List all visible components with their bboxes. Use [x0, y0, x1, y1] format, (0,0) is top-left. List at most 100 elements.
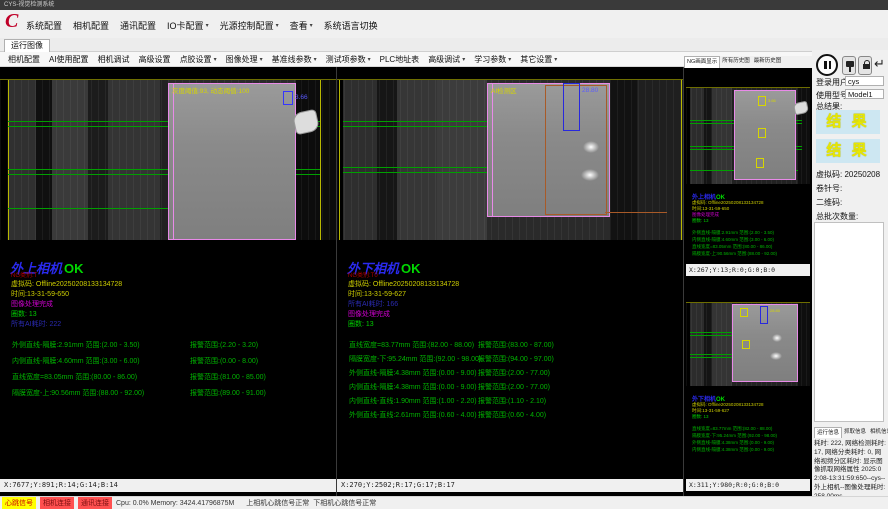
menu-camera-config[interactable]: 相机配置: [73, 19, 109, 32]
mini-measurement: 内侧直线-隔膜:4.38mm 范围:(0.00 - 9.00): [692, 447, 774, 453]
tab-all-history[interactable]: 所有历史图: [720, 56, 752, 68]
batch-count-label: 总批次数量:: [816, 211, 858, 222]
mini-scene: 28.80: [686, 296, 810, 386]
camera-icon: [846, 61, 854, 67]
orange-roi-line: [605, 212, 667, 213]
mini-measurement: 直线宽度=83.77mm 范围:(82.00 - 88.00): [692, 426, 772, 432]
blue-measure-box: [283, 91, 293, 105]
menu-view[interactable]: 查看▾: [290, 19, 313, 32]
tab-ng-display[interactable]: NG画面显示: [684, 56, 720, 68]
history-thumbnail-upper[interactable]: 3.66 外上相机OK 虚拟码: Offline2025020813313472…: [686, 68, 810, 264]
blue-measure-box: [760, 306, 768, 324]
menu-light-config[interactable]: 光源控制配置▾: [220, 19, 279, 32]
mini-scene: 3.66: [686, 80, 810, 184]
light-flare: [581, 169, 599, 181]
loop-count-text: 圈数: 13: [11, 309, 37, 319]
threshold-label: 灰度阈值:93, 动态阈值:100: [172, 85, 249, 95]
chevron-down-icon: ▾: [554, 56, 557, 63]
return-arrow-icon[interactable]: ↵: [874, 56, 885, 72]
pause-button[interactable]: [816, 54, 838, 76]
yellow-guide-line: [320, 80, 321, 240]
toolbar-advanced-settings[interactable]: 高级设置: [139, 54, 171, 65]
white-connector-part: [292, 109, 320, 136]
history-column: NG画面显示 所有历史图 最新历史图 3.66 外上相机OK 虚拟码: Off: [684, 56, 812, 496]
app-logo-icon: C: [5, 10, 18, 33]
toolbar-plc-table[interactable]: PLC地址表: [380, 54, 420, 65]
window-title: CYS-视觉检测系统: [4, 2, 54, 8]
lower-camera-heartbeat-text: 下相机心跳信号正常: [313, 498, 376, 508]
barcode-text: 虚拟码: Offline20250208133134728: [348, 279, 459, 289]
camera-capture-button[interactable]: [842, 56, 856, 75]
scene-top-band: [686, 296, 810, 303]
blue-measure-value: 3.66: [295, 94, 308, 101]
heartbeat-status-badge: 心跳信号: [2, 497, 36, 509]
camera-image-upper[interactable]: 灰度阈值:93, 动态阈值:100 3.66: [0, 67, 337, 240]
tab-latest-history[interactable]: 最新历史图: [752, 56, 784, 68]
upper-camera-heartbeat-text: 上相机心跳信号正常: [246, 498, 309, 508]
window-titlebar[interactable]: CYS-视觉检测系统: [0, 0, 888, 10]
yellow-marker-label: 3.66: [768, 98, 776, 103]
pause-icon: [824, 61, 827, 69]
tab-run-image[interactable]: 运行图像: [4, 39, 50, 52]
yellow-marker-box: [740, 308, 748, 317]
toolbar-baseline-params[interactable]: 基准线参数▾: [272, 54, 317, 65]
mini-measurement: 外侧直线-隔膜:2.91mm 范围:(2.00 - 3.50): [692, 230, 774, 236]
mini-measurement: 直线宽度=83.05mm 范围:(80.00 - 86.00): [692, 244, 772, 250]
toolbar-other-settings[interactable]: 其它设置▾: [520, 54, 557, 65]
app-status-bar: 心跳信号 相机连接 通讯连接 Cpu: 0.0% Memory: 3424.41…: [0, 496, 888, 509]
tab-bar: 运行图像: [0, 38, 888, 52]
toolbar-advanced-debug[interactable]: 高级调试▾: [428, 54, 465, 65]
camera-image-lower[interactable]: AI检测区 28.80: [337, 67, 684, 240]
history-thumbnail-lower[interactable]: 28.80 外下相机OK 虚拟码: Offline202502081331347…: [686, 278, 810, 479]
chevron-down-icon: ▾: [276, 22, 279, 29]
toolbar-test-params[interactable]: 测试项参数▾: [326, 54, 371, 65]
chevron-down-icon: ▾: [314, 56, 317, 63]
yellow-guide-line: [339, 80, 340, 240]
tab-camera-info[interactable]: 相机信息: [868, 427, 888, 438]
tab-grab-info[interactable]: 抓取信息: [842, 427, 868, 438]
toolbar-ai-config[interactable]: AI使用配置: [49, 54, 89, 65]
menu-io-config[interactable]: IO卡配置▾: [167, 19, 209, 32]
menu-system-config[interactable]: 系统配置: [26, 19, 62, 32]
barcode-text: 虚拟码: Offline20250208133134728: [11, 279, 122, 289]
light-flare: [770, 352, 782, 360]
toolbar-dispensing[interactable]: 点胶设置▾: [180, 54, 217, 65]
mini-measurement: 外侧直线-隔膜:4.38mm 范围:(0.00 - 9.00): [692, 440, 774, 446]
chevron-down-icon: ▾: [368, 56, 371, 63]
tab-run-info[interactable]: 运行信息: [814, 427, 842, 438]
scene-top-band: [0, 67, 337, 80]
toolbar-learning-params[interactable]: 学习参数▾: [474, 54, 511, 65]
needle-number-label: 卷针号:: [816, 183, 842, 194]
chevron-down-icon: ▾: [508, 56, 511, 63]
chevron-down-icon: ▾: [206, 22, 209, 29]
light-flare: [772, 334, 782, 342]
result-display-2: 结 果: [816, 139, 880, 163]
result-list-box[interactable]: [814, 222, 884, 422]
run-info-text: 耗时: 222, 网络检测耗时: 17, 网络分类耗时: 0, 网络视频分区耗时…: [814, 440, 886, 501]
result-ok: OK: [64, 261, 84, 276]
scene-top-band: [337, 67, 684, 80]
pink-edge-line: [173, 84, 174, 239]
result-ok: OK: [401, 261, 421, 276]
menu-comm-config[interactable]: 通讯配置: [120, 19, 156, 32]
pixel-coordinate-status: X:270;Y:2502;R:17;G:17;B:17: [337, 479, 683, 492]
camera-panel-upper[interactable]: 灰度阈值:93, 动态阈值:100 3.66 外上相机OK NG类别:T 虚拟码…: [0, 67, 337, 496]
yellow-marker-box: [758, 128, 766, 138]
menu-language-switch[interactable]: 系统语言切换: [324, 19, 378, 32]
toolbar-image-processing[interactable]: 图像处理▾: [226, 54, 263, 65]
pink-edge-line: [492, 84, 493, 216]
mini-measurement: 隔膜宽度-下:95.24mm 范围:(92.00 - 98.00): [692, 433, 777, 439]
chevron-down-icon: ▾: [214, 56, 217, 63]
chevron-down-icon: ▾: [260, 56, 263, 63]
toolbar-camera-config[interactable]: 相机配置: [8, 54, 40, 65]
toolbar-camera-debug[interactable]: 相机调试: [98, 54, 130, 65]
pause-icon: [829, 61, 832, 69]
yellow-guide-line: [8, 80, 9, 240]
result-display-1: 结 果: [816, 110, 880, 134]
camera-panel-lower[interactable]: AI检测区 28.80 外下相机OK NG类别:T0 虚拟码: Offline2…: [337, 67, 684, 496]
lock-button[interactable]: [858, 56, 872, 75]
model-field[interactable]: Model1: [845, 89, 884, 99]
mini-count: 圈数: 13: [692, 414, 709, 420]
login-user-field[interactable]: cys: [845, 76, 884, 86]
menu-bar: C 系统配置 相机配置 通讯配置 IO卡配置▾ 光源控制配置▾ 查看▾ 系统语言…: [0, 10, 888, 38]
